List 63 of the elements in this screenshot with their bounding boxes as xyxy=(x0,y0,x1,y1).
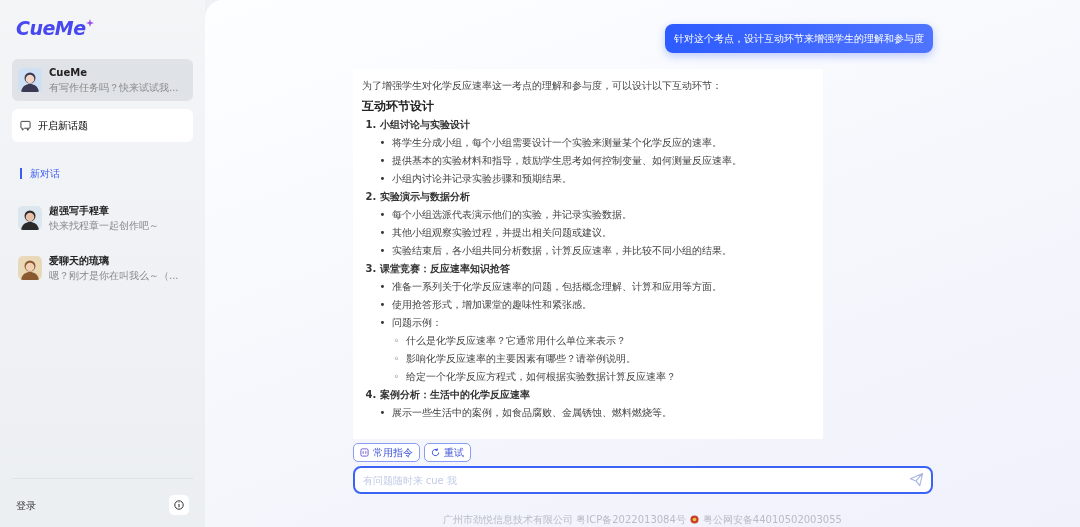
section-number: 2. xyxy=(365,190,377,205)
bullet-icon: • xyxy=(379,314,392,333)
bullet-icon: • xyxy=(379,242,392,261)
agent-item[interactable]: 超强写手程章 快来找程章一起创作吧～ xyxy=(12,196,193,239)
sparkle-icon xyxy=(85,19,94,28)
answer-heading: 互动环节设计 xyxy=(361,99,435,114)
list-item-text: 每个小组选派代表演示他们的实验，并记录实验数据。 xyxy=(391,209,632,221)
list-item-text: 小组内讨论并记录实验步骤和预期结果。 xyxy=(391,173,572,185)
list-item-text: 什么是化学反应速率？它通常用什么单位来表示？ xyxy=(405,335,626,347)
list-item-text: 问题示例： xyxy=(391,317,442,329)
list-item-text: 实验结束后，各小组共同分析数据，计算反应速率，并比较不同小组的结果。 xyxy=(391,245,732,257)
bullet-icon: • xyxy=(379,170,392,189)
list-item-text: 准备一系列关于化学反应速率的问题，包括概念理解、计算和应用等方面。 xyxy=(391,281,722,293)
section-number: 3. xyxy=(365,262,377,277)
bullet-icon: • xyxy=(379,296,392,315)
answer-intro: 为了增强学生对化学反应速率这一考点的理解和参与度，可以设计以下互动环节： xyxy=(361,79,723,93)
bot-name: CueMe xyxy=(49,65,88,80)
emblem-icon xyxy=(689,515,699,524)
list-item-text: 其他小组观察实验过程，并提出相关问题或建议。 xyxy=(391,227,612,239)
new-chat-icon xyxy=(20,119,31,131)
bullet-icon: • xyxy=(379,134,392,153)
bullet-icon: • xyxy=(379,152,392,171)
logo: CueMe xyxy=(16,16,86,41)
list-item-text: 提供基本的实验材料和指导，鼓励学生思考如何控制变量、如何测量反应速率。 xyxy=(391,155,742,167)
agent-name: 爱聊天的琉璃 xyxy=(49,253,110,268)
info-icon xyxy=(174,500,184,510)
section-label: 新对话 xyxy=(20,167,60,179)
list-item-text: 使用抢答形式，增加课堂的趣味性和紧张感。 xyxy=(391,299,592,311)
commands-button[interactable]: 常用指令 xyxy=(352,443,420,462)
bullet-icon: • xyxy=(379,278,392,297)
retry-button[interactable]: 重试 xyxy=(423,443,471,462)
list-item-text: 给定一个化学反应方程式，如何根据实验数据计算反应速率？ xyxy=(405,371,676,383)
bot-item[interactable]: CueMe 有写作任务吗？快来试试我... xyxy=(12,58,193,101)
section-number: 4. xyxy=(365,388,377,403)
info-button[interactable] xyxy=(169,495,189,515)
bullet-icon: ◦ xyxy=(393,332,406,351)
section-title: 小组讨论与实验设计 xyxy=(380,118,471,133)
command-icon xyxy=(359,448,369,457)
bullet-icon: ◦ xyxy=(393,350,406,369)
refresh-icon xyxy=(430,448,440,457)
avatar-icon xyxy=(18,67,42,92)
login-link[interactable]: 登录 xyxy=(16,497,36,513)
avatar-icon xyxy=(18,255,42,280)
user-message: 针对这个考点，设计互动环节来增强学生的理解和参与度 xyxy=(664,24,933,53)
section-title: 课堂竞赛：反应速率知识抢答 xyxy=(380,262,511,277)
bullet-icon: • xyxy=(379,404,392,423)
bullet-icon: • xyxy=(379,224,392,243)
agent-item[interactable]: 爱聊天的琉璃 嗯？刚才是你在叫我么～（... xyxy=(12,246,193,289)
agent-name: 超强写手程章 xyxy=(49,203,110,218)
bot-preview: 有写作任务吗？快来试试我... xyxy=(49,80,179,95)
avatar-icon xyxy=(18,205,42,230)
agent-preview: 嗯？刚才是你在叫我么～（... xyxy=(49,268,179,283)
bullet-icon: • xyxy=(379,206,392,225)
new-topic-button[interactable]: 开启新话题 xyxy=(12,108,193,142)
agent-preview: 快来找程章一起创作吧～ xyxy=(49,218,159,233)
send-icon[interactable] xyxy=(908,472,924,487)
list-item-text: 将学生分成小组，每个小组需要设计一个实验来测量某个化学反应的速率。 xyxy=(391,137,722,149)
section-title: 实验演示与数据分析 xyxy=(380,190,471,205)
list-item-text: 展示一些生活中的案例，如食品腐败、金属锈蚀、燃料燃烧等。 xyxy=(391,407,672,419)
bullet-icon: ◦ xyxy=(393,368,406,387)
list-item-text: 影响化学反应速率的主要因素有哪些？请举例说明。 xyxy=(405,353,636,365)
section-title: 案例分析：生活中的化学反应速率 xyxy=(380,388,531,403)
section-number: 1. xyxy=(365,118,377,133)
